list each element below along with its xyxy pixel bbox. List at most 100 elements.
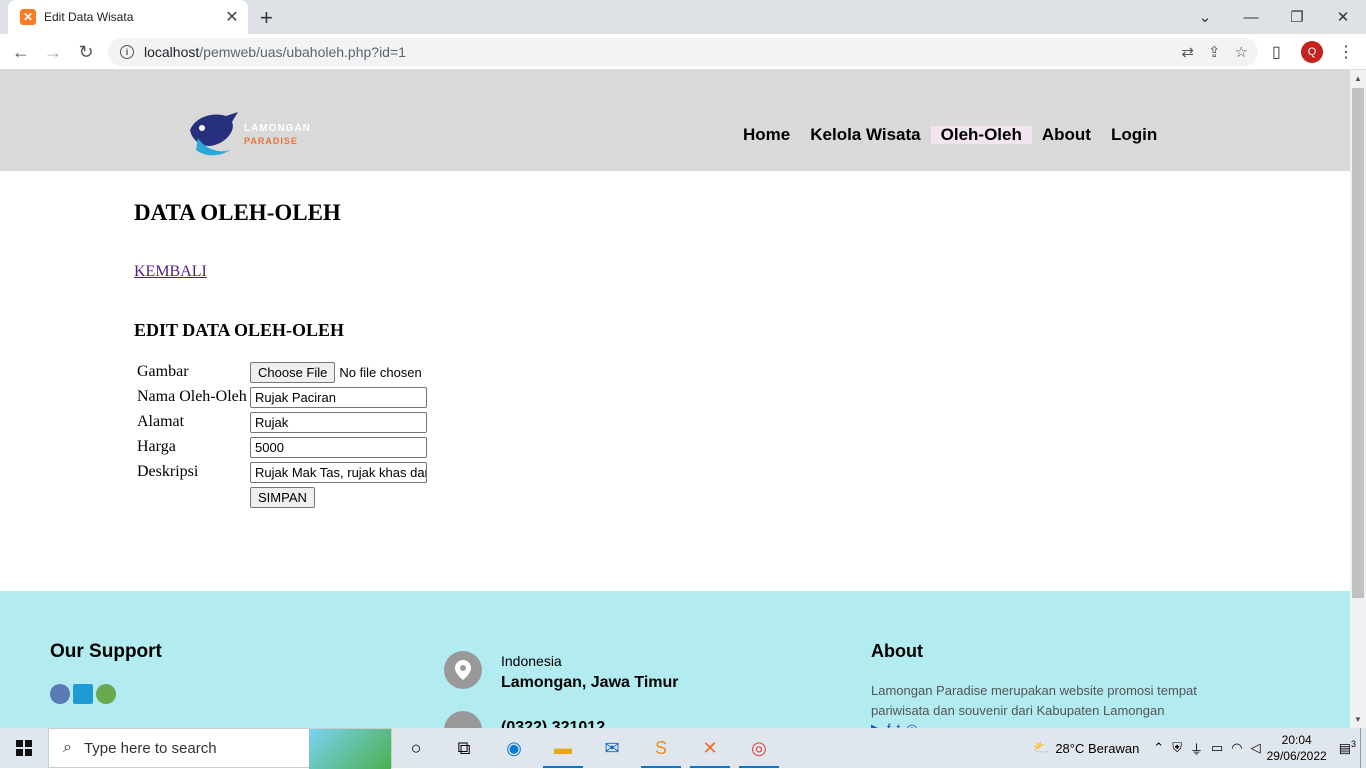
menu-kebab-icon[interactable]: ⋮ [1338,42,1354,62]
scrollbar-thumb[interactable] [1352,88,1364,598]
weather-text[interactable]: 28°C Berawan [1055,741,1139,756]
scroll-down-icon[interactable]: ▼ [1354,715,1362,724]
harga-input[interactable]: 5000 [250,436,427,458]
mail-icon[interactable]: ✉ [588,728,636,768]
search-placeholder: Type here to search [83,739,217,757]
window-controls: ⌄ — ❐ ✕ [1182,0,1366,34]
battery-icon[interactable]: ▭ [1211,740,1223,756]
deskripsi-input[interactable]: Rujak Mak Tas, rujak khas dari Paciran [250,461,427,483]
instagram-icon[interactable]: ◎ [906,721,917,728]
tray-chevron-icon[interactable]: ⌃ [1153,740,1164,756]
security-icon[interactable]: ⛨ [1172,740,1182,756]
close-window-icon[interactable]: ✕ [1320,0,1366,34]
form-row-harga: Harga 5000 [137,436,427,458]
site-header: LAMONGAN PARADISE Home Kelola Wisata Ole… [0,70,1350,171]
form-row-nama: Nama Oleh-Oleh Rujak Paciran [137,386,427,408]
logo-text-paradise: PARADISE [244,136,298,146]
browser-tab-bar: ✕ Edit Data Wisata ✕ + ⌄ — ❐ ✕ [0,0,1366,34]
side-panel-icon[interactable]: ▯ [1272,42,1281,62]
file-explorer-icon[interactable]: ▬ [539,728,587,768]
facebook-icon[interactable]: f [887,721,891,728]
nav-login[interactable]: Login [1101,126,1167,144]
site-info-icon[interactable]: i [120,45,134,59]
footer-about-title: About [871,641,923,661]
site-footer: Our Support Indonesia Lamongan, Jawa Tim… [0,591,1350,728]
nav-oleh-oleh[interactable]: Oleh-Oleh [930,126,1032,144]
chrome-icon[interactable]: ◎ [735,728,783,768]
page-scrollbar[interactable]: ▲ ▼ [1350,70,1366,728]
fish-logo-icon [190,112,238,156]
back-icon[interactable]: ← [9,40,33,64]
taskbar-search[interactable]: ⌕ Type here to search [48,728,392,769]
support-title: Our Support [50,641,162,662]
edge-icon[interactable]: ◉ [490,728,538,768]
clock[interactable]: 20:04 29/06/2022 [1267,732,1327,764]
tab-search-icon[interactable]: ⌄ [1182,0,1228,34]
show-desktop-button[interactable] [1360,728,1366,768]
scroll-up-icon[interactable]: ▲ [1354,74,1362,83]
translate-icon[interactable]: ⇄ [1181,43,1194,61]
support-logo-icon [96,684,116,704]
nav-kelola-wisata[interactable]: Kelola Wisata [800,126,930,144]
bookmark-star-icon[interactable]: ☆ [1235,43,1248,61]
address-bar-row: ← → ↻ i localhost/pemweb/uas/ubaholeh.ph… [0,34,1366,70]
reload-icon[interactable]: ↻ [74,40,98,64]
file-status: No file chosen [339,364,422,380]
weather-icon[interactable]: ⛅ [1033,740,1049,756]
cortana-icon[interactable]: ○ [392,728,440,768]
main-nav: Home Kelola Wisata Oleh-Oleh About Login [733,126,1167,144]
close-tab-icon[interactable]: ✕ [222,7,242,27]
wifi-icon[interactable]: ◠ [1231,740,1242,756]
youtube-icon[interactable]: ▶ [871,721,881,728]
location-pin-icon [444,651,482,689]
support-logo-icon [50,684,70,704]
logo-text-lamongan: LAMONGAN [244,123,311,134]
back-link[interactable]: KEMBALI [134,263,207,281]
gambar-label: Gambar [137,363,189,380]
nav-home[interactable]: Home [733,126,800,144]
forward-icon[interactable]: → [41,40,65,64]
windows-start-icon[interactable] [0,728,48,768]
site-logo[interactable]: LAMONGAN PARADISE [186,110,326,158]
footer-country: Indonesia [501,653,562,669]
xampp-favicon-icon: ✕ [20,9,36,25]
phone-icon [444,711,482,728]
usb-icon[interactable]: ⏚ [1190,739,1203,758]
profile-avatar[interactable]: Q [1301,41,1323,63]
share-icon[interactable]: ⇪ [1208,43,1221,61]
search-icon: ⌕ [63,739,72,756]
footer-phone: (0322) 321012 [501,719,606,728]
main-content: DATA OLEH-OLEH KEMBALI EDIT DATA OLEH-OL… [134,200,427,508]
nama-label: Nama Oleh-Oleh [137,388,247,405]
harga-label: Harga [137,438,176,455]
minimize-icon[interactable]: — [1228,0,1274,34]
browser-tab[interactable]: ✕ Edit Data Wisata ✕ [8,0,248,34]
support-logos [50,684,116,704]
page-viewport: LAMONGAN PARADISE Home Kelola Wisata Ole… [0,70,1350,728]
footer-about-text: Lamongan Paradise merupakan website prom… [871,683,1197,718]
form-row-submit: SIMPAN [137,486,315,508]
nav-about[interactable]: About [1032,126,1101,144]
omnibox[interactable]: i localhost/pemweb/uas/ubaholeh.php?id=1… [108,38,1258,66]
volume-icon[interactable]: ◁ [1251,740,1261,756]
sublime-text-icon[interactable]: S [637,728,685,768]
footer-city: Lamongan, Jawa Timur [501,674,679,691]
xampp-icon[interactable]: ✕ [686,728,734,768]
notification-count: 3 [1350,739,1356,750]
url-text[interactable]: localhost/pemweb/uas/ubaholeh.php?id=1 [144,44,406,60]
system-tray: ⛅ 28°C Berawan ⌃ ⛨ ⏚ ▭ ◠ ◁ 20:04 29/06/2… [1033,728,1366,768]
task-view-icon[interactable]: ⧉ [440,728,488,768]
choose-file-button[interactable]: Choose File [250,361,336,383]
notification-icon[interactable]: ▤3 [1339,739,1356,756]
restore-icon[interactable]: ❐ [1274,0,1320,34]
form-row-deskripsi: Deskripsi Rujak Mak Tas, rujak khas dari… [137,461,427,483]
alamat-input[interactable]: Rujak [250,411,427,433]
form-row-alamat: Alamat Rujak [137,411,427,433]
new-tab-icon[interactable]: + [260,5,273,31]
search-highlight-image [309,729,391,769]
windows-taskbar: ⌕ Type here to search ○ ⧉ ◉ ▬ ✉ S ✕ ◎ ⛅ … [0,728,1366,769]
nama-input[interactable]: Rujak Paciran [250,386,427,408]
twitter-icon[interactable]: t [897,721,901,728]
simpan-button[interactable]: SIMPAN [250,486,315,508]
tab-title: Edit Data Wisata [44,10,134,24]
